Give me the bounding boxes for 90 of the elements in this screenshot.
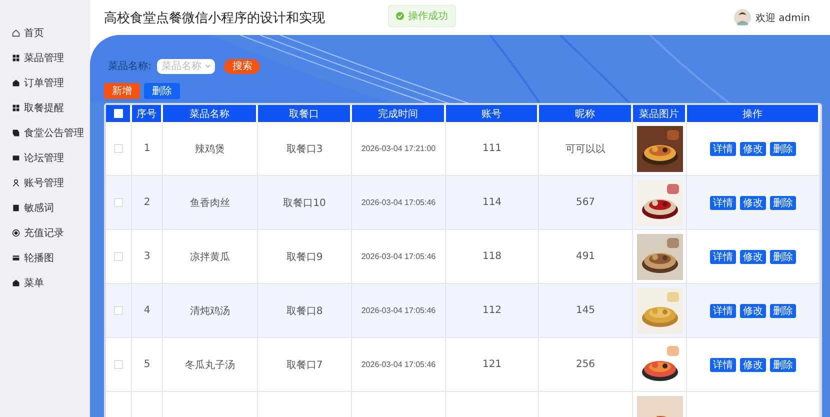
sidebar-item[interactable]: 轮播图 bbox=[0, 245, 90, 270]
table-cell: 2026-03-04 17:05:46 bbox=[361, 306, 436, 315]
row-checkbox[interactable] bbox=[114, 198, 123, 207]
sidebar-item[interactable]: 充值记录 bbox=[0, 220, 90, 245]
table-cell: 2 bbox=[144, 197, 150, 208]
table-cell: 1 bbox=[144, 143, 150, 154]
table-cell: 2026-03-04 17:05:46 bbox=[361, 360, 436, 369]
page-title: 高校食堂点餐微信小程序的设计和实现 bbox=[104, 10, 325, 26]
search-label: 菜品名称: bbox=[108, 60, 152, 73]
table-cell: 121 bbox=[482, 359, 502, 370]
table-cell: 256 bbox=[576, 359, 596, 370]
table-cell-text: 凉拌黄瓜 bbox=[190, 250, 230, 264]
sidebar-item[interactable]: 论坛管理 bbox=[0, 145, 90, 170]
details-button[interactable]: 详情 bbox=[710, 358, 736, 372]
table-cell: 567 bbox=[576, 197, 596, 208]
table-cell: 2026-03-04 17:05:46 bbox=[361, 198, 436, 207]
table-cell-text: 辣鸡煲 bbox=[195, 142, 225, 156]
table-cell-text: 取餐口3 bbox=[286, 142, 323, 156]
add-button[interactable]: 新增 bbox=[104, 83, 140, 99]
table-cell-text: 取餐口7 bbox=[286, 358, 323, 372]
details-button[interactable]: 详情 bbox=[710, 142, 736, 156]
delete-button[interactable]: 删除 bbox=[770, 358, 796, 372]
details-button[interactable]: 详情 bbox=[710, 196, 736, 210]
column-header: 取餐口 bbox=[258, 105, 352, 122]
delete-button[interactable]: 删除 bbox=[770, 196, 796, 210]
column-header: 菜品名称 bbox=[163, 105, 258, 122]
menu-item-icon bbox=[12, 254, 20, 262]
table-cell: 145 bbox=[576, 305, 596, 316]
table-cell-text: 取餐口9 bbox=[286, 250, 323, 264]
table-cell-text: 冬瓜丸子汤 bbox=[185, 358, 235, 372]
row-checkbox[interactable] bbox=[114, 360, 123, 369]
sidebar-item[interactable]: 敏感词 bbox=[0, 195, 90, 220]
details-button[interactable]: 详情 bbox=[710, 250, 736, 264]
menu-item-icon bbox=[12, 128, 20, 136]
table-cell: 491 bbox=[576, 251, 596, 262]
column-header: 昵称 bbox=[539, 105, 633, 122]
column-header: 序号 bbox=[132, 105, 163, 122]
column-header: 操作 bbox=[687, 105, 820, 122]
table-cell: 4 bbox=[144, 305, 150, 316]
column-header: 账号 bbox=[446, 105, 539, 122]
table-cell: 112 bbox=[482, 305, 502, 316]
edit-button[interactable]: 修改 bbox=[740, 304, 766, 318]
row-checkbox[interactable] bbox=[114, 306, 123, 315]
menu-item-icon bbox=[12, 54, 20, 62]
table-cell-text: 取餐口10 bbox=[283, 196, 326, 210]
user-icon bbox=[12, 178, 20, 186]
menu-item-icon bbox=[12, 228, 20, 236]
sidebar-item[interactable]: 账号管理 bbox=[0, 170, 90, 195]
table-cell: 5 bbox=[144, 359, 150, 370]
caret-icon bbox=[205, 64, 212, 68]
menu-item-icon bbox=[12, 204, 20, 212]
menu-item-icon bbox=[12, 154, 20, 162]
table-cell: 118 bbox=[482, 251, 502, 262]
row-checkbox[interactable] bbox=[114, 144, 123, 153]
sidebar-item[interactable]: 食堂公告管理 bbox=[0, 120, 90, 145]
menu-item-icon bbox=[12, 104, 20, 112]
column-header: 菜品图片 bbox=[633, 105, 687, 122]
edit-button[interactable]: 修改 bbox=[740, 250, 766, 264]
welcome-text: 欢迎 admin bbox=[755, 12, 810, 24]
details-button[interactable]: 详情 bbox=[710, 304, 736, 318]
toast-message: 操作成功 bbox=[408, 10, 448, 23]
table-cell: 111 bbox=[482, 143, 502, 154]
delete-button[interactable]: 删除 bbox=[770, 304, 796, 318]
home-icon bbox=[12, 28, 20, 36]
sidebar-item[interactable]: 首页 bbox=[0, 20, 90, 45]
table-cell: 2026-03-04 17:21:00 bbox=[361, 144, 436, 153]
delete-button[interactable]: 删除 bbox=[770, 250, 796, 264]
edit-button[interactable]: 修改 bbox=[740, 358, 766, 372]
table-cell: 2026-03-04 17:05:46 bbox=[361, 252, 436, 261]
avatar-icon[interactable] bbox=[734, 9, 752, 26]
edit-button[interactable]: 修改 bbox=[740, 142, 766, 156]
delete-button[interactable]: 删除 bbox=[144, 83, 180, 99]
menu-item-icon bbox=[12, 78, 20, 86]
row-checkbox[interactable] bbox=[114, 252, 123, 261]
sidebar-item[interactable]: 取餐提醒 bbox=[0, 95, 90, 120]
table-cell-text: 可可以以 bbox=[566, 142, 606, 156]
table-cell: 114 bbox=[482, 197, 502, 208]
table-cell-text: 取餐口8 bbox=[286, 304, 323, 318]
sidebar-item[interactable]: 菜品管理 bbox=[0, 45, 90, 70]
sidebar-item[interactable]: 菜单 bbox=[0, 270, 90, 295]
table-cell: 3 bbox=[144, 251, 150, 262]
menu-item-icon bbox=[12, 278, 20, 286]
check-icon bbox=[396, 12, 404, 20]
table-cell-text: 清炖鸡汤 bbox=[190, 304, 230, 318]
edit-button[interactable]: 修改 bbox=[740, 196, 766, 210]
column-header: 完成时间 bbox=[352, 105, 446, 122]
table-cell-text: 鱼香肉丝 bbox=[190, 196, 230, 210]
select-all-checkbox[interactable] bbox=[114, 109, 122, 118]
delete-button[interactable]: 删除 bbox=[770, 142, 796, 156]
sidebar-item[interactable]: 订单管理 bbox=[0, 70, 90, 95]
